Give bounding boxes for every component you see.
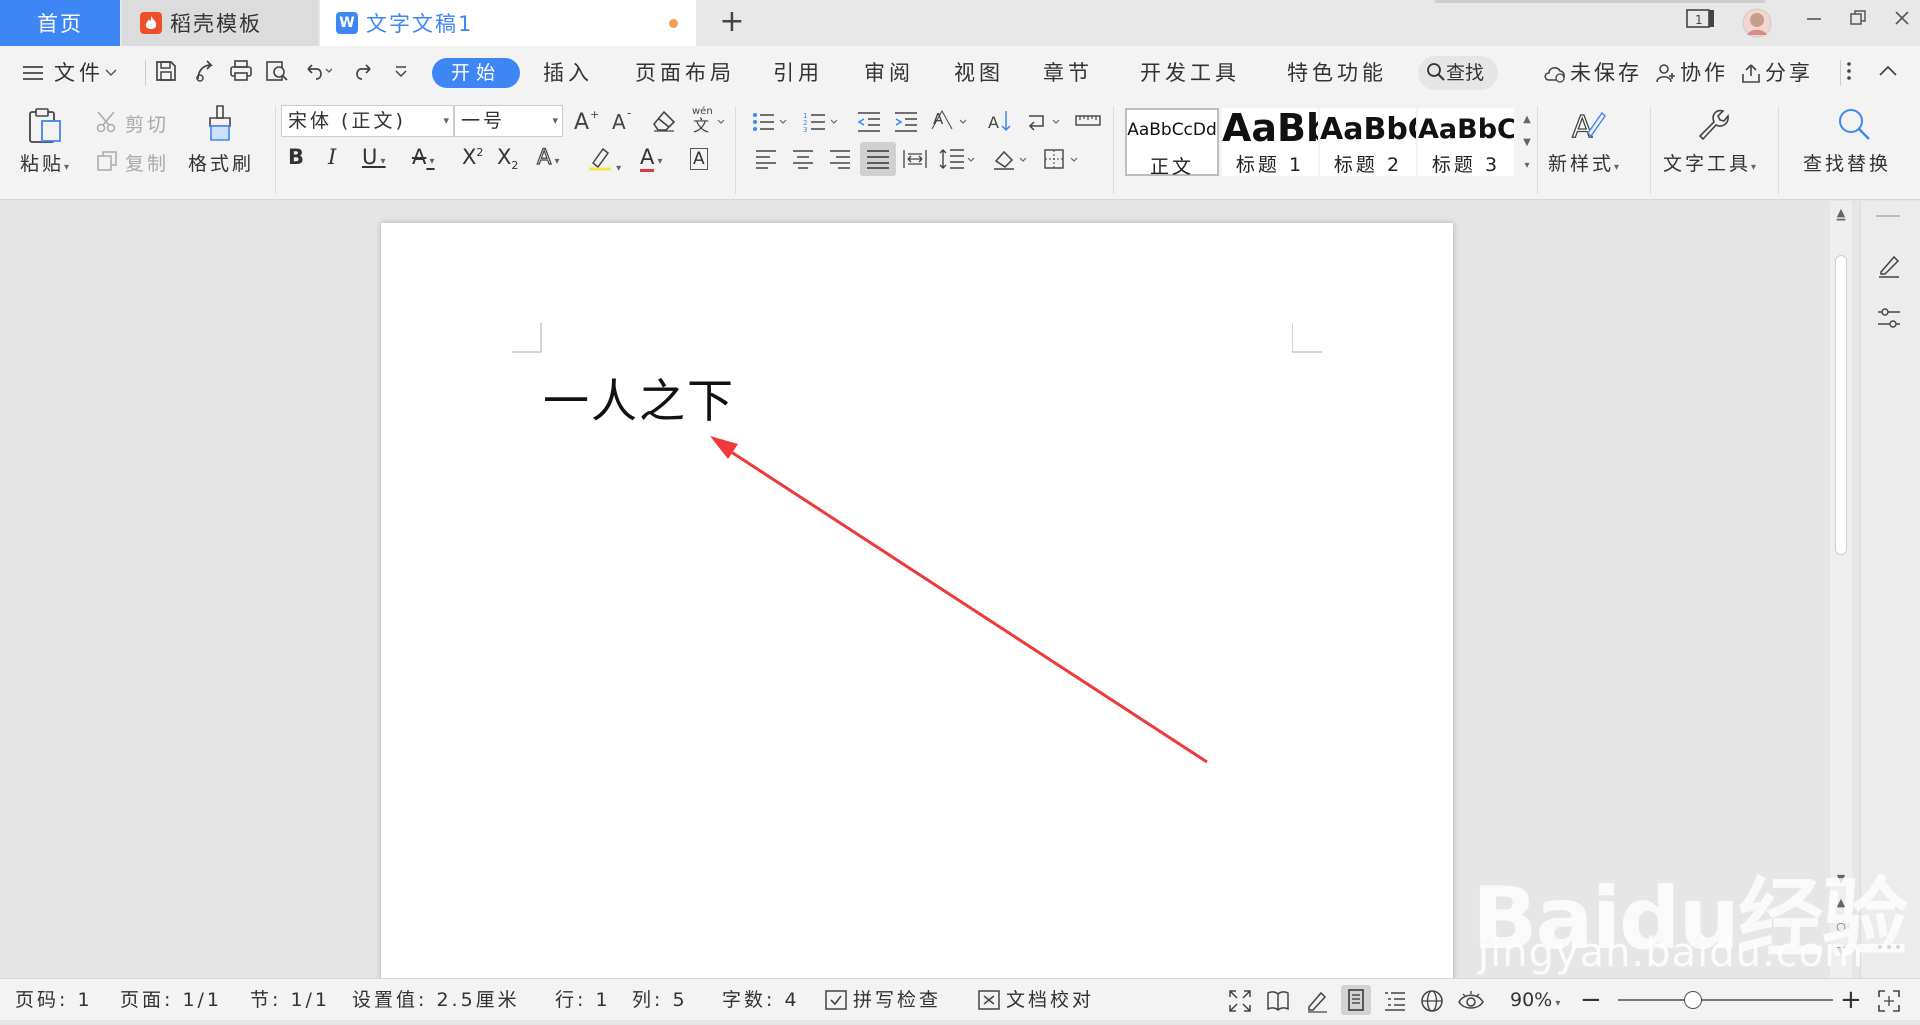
page-view-icon[interactable] [1341,985,1371,1015]
write-mode-icon[interactable] [1305,989,1329,1013]
fullscreen-icon[interactable] [1228,989,1252,1013]
status-col[interactable]: 列: 5 [632,979,688,1021]
zoom-in-button[interactable]: + [1840,979,1862,1021]
read-mode-icon[interactable] [1266,989,1290,1013]
status-setting[interactable]: 设置值: 2.5厘米 [352,979,520,1021]
doc-proof-icon [978,989,1002,1013]
zoom-out-button[interactable]: − [1580,979,1602,1021]
edit-icon[interactable] [1876,253,1902,283]
settings-sliders-icon[interactable] [1876,305,1902,335]
doc-proof-button[interactable]: 文档校对 [1006,979,1094,1021]
scroll-top-icon[interactable]: ▲ ▔ [1834,206,1848,232]
status-page-code[interactable]: 页码: 1 [15,979,93,1021]
zoom-level-button[interactable]: 90% ▾ [1510,979,1560,1021]
outline-view-icon[interactable] [1383,989,1407,1013]
status-row[interactable]: 行: 1 [555,979,611,1021]
status-section[interactable]: 节: 1/1 [250,979,330,1021]
status-page[interactable]: 页面: 1/1 [120,979,222,1021]
zoom-level: 90% [1510,989,1553,1011]
zoom-slider[interactable] [1618,999,1833,1001]
panel-grip [1876,215,1900,217]
eye-protection-icon[interactable] [1458,989,1484,1013]
status-word-count[interactable]: 字数: 4 [722,979,800,1021]
fit-window-icon[interactable] [1877,989,1901,1013]
zoom-slider-handle[interactable] [1684,991,1703,1009]
baidu-watermark-url: jingyan.baidu.com [1478,930,1865,976]
web-view-icon[interactable] [1420,989,1444,1013]
scrollbar-thumb[interactable] [1835,255,1847,555]
spell-check-button[interactable]: 拼写检查 [853,979,941,1021]
status-bar: 页码: 1 页面: 1/1 节: 1/1 设置值: 2.5厘米 行: 1 列: … [0,978,1920,1020]
spell-check-icon [825,989,849,1013]
